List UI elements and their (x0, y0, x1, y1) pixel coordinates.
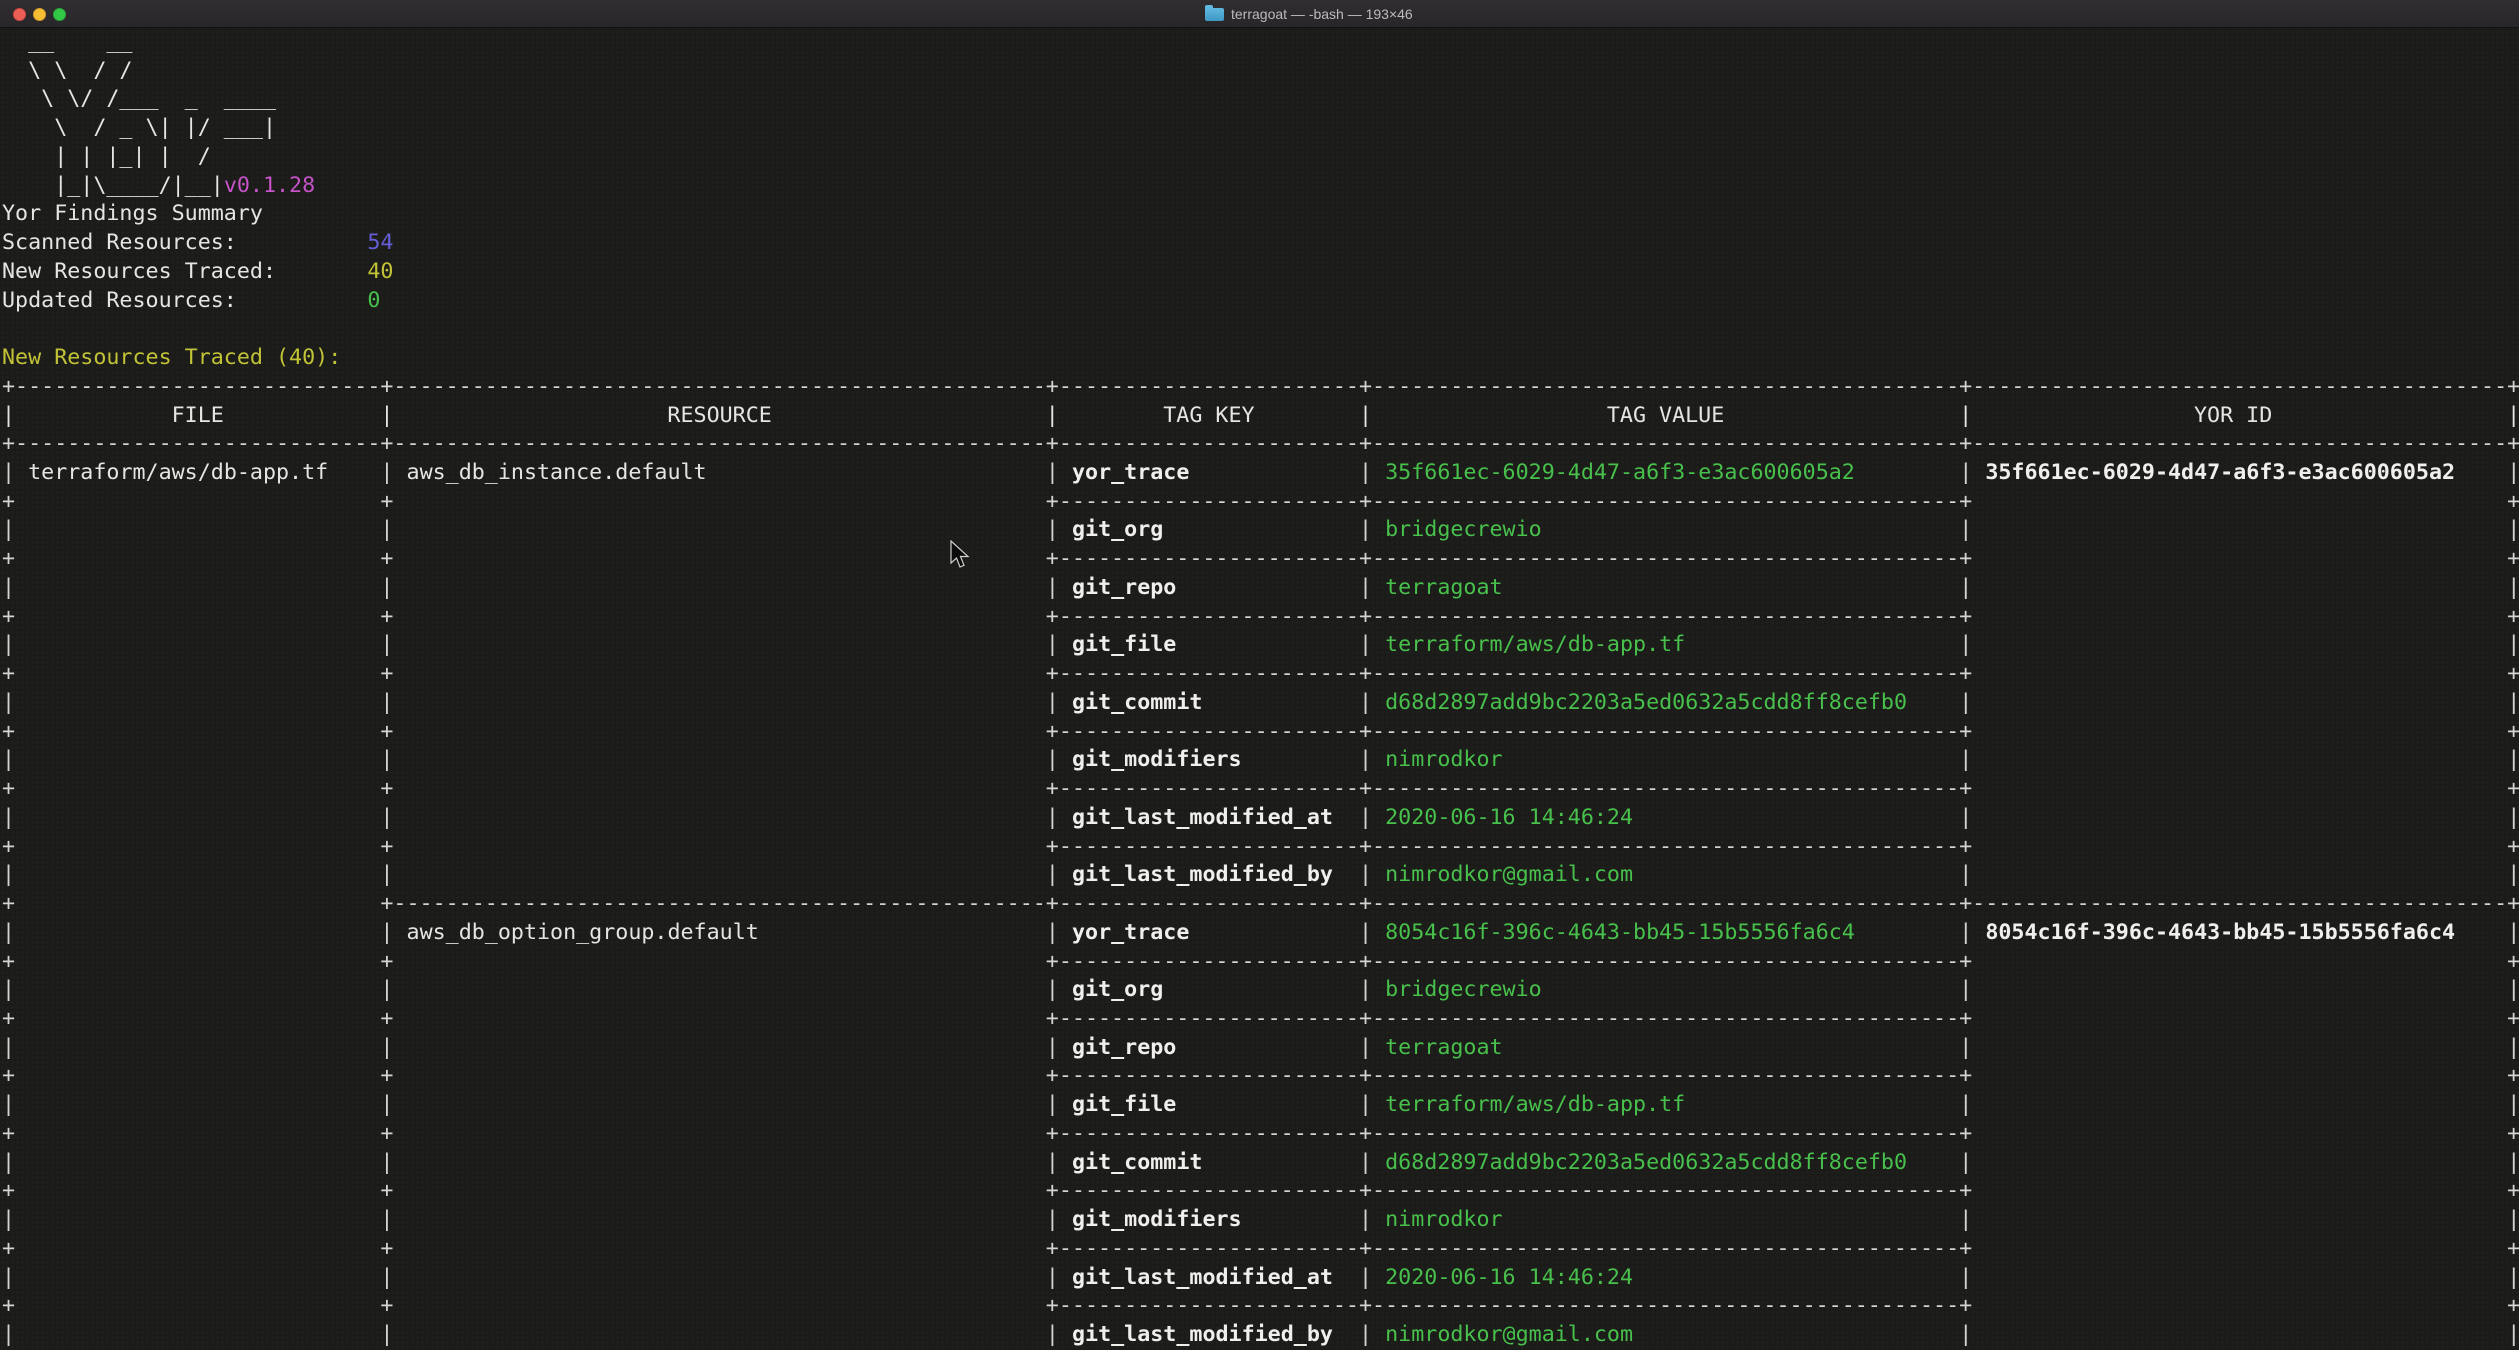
terminal-line: \ / _ \| |/ ___| (2, 114, 2519, 143)
terminal-line: | | | git_modifiers | nimrodkor | | (2, 746, 2519, 775)
terminal-line: | | | git_file | terraform/aws/db-app.tf… (2, 631, 2519, 660)
terminal-line: | | | git_org | bridgecrewio | | (2, 976, 2519, 1005)
terminal-line: \ \ / / (2, 57, 2519, 86)
terminal-output: __ __ \ \ / / \ \/ /___ _ ____ \ / _ \| … (0, 28, 2519, 1350)
terminal-line: + + +-----------------------+-----------… (2, 545, 2519, 574)
terminal-line: New Resources Traced: 40 (2, 258, 2519, 287)
terminal-line: \ \/ /___ _ ____ (2, 85, 2519, 114)
terminal-line: Updated Resources: 0 (2, 287, 2519, 316)
terminal-line: + + +-----------------------+-----------… (2, 1177, 2519, 1206)
close-button[interactable] (13, 8, 26, 21)
mouse-cursor (948, 540, 970, 570)
terminal-line: + + +-----------------------+-----------… (2, 718, 2519, 747)
terminal-line: + + +-----------------------+-----------… (2, 948, 2519, 977)
terminal-line (2, 315, 2519, 344)
traffic-lights (13, 0, 66, 28)
terminal-screen[interactable]: __ __ \ \ / / \ \/ /___ _ ____ \ / _ \| … (0, 28, 2519, 1350)
terminal-line: | | | git_last_modified_at | 2020-06-16 … (2, 804, 2519, 833)
terminal-line: + + +-----------------------+-----------… (2, 603, 2519, 632)
zoom-button[interactable] (53, 8, 66, 21)
terminal-line: | | | git_repo | terragoat | | (2, 1034, 2519, 1063)
terminal-line: + + +-----------------------+-----------… (2, 488, 2519, 517)
terminal-line: |_|\____/|__|v0.1.28 (2, 172, 2519, 201)
terminal-line: | | | git_last_modified_at | 2020-06-16 … (2, 1264, 2519, 1293)
terminal-line: | | aws_db_option_group.default | yor_tr… (2, 919, 2519, 948)
window-title: terragoat — -bash — 193×46 (1231, 6, 1413, 22)
terminal-line: | | | git_modifiers | nimrodkor | | (2, 1206, 2519, 1235)
terminal-line: + + +-----------------------+-----------… (2, 1235, 2519, 1264)
terminal-line: | terraform/aws/db-app.tf | aws_db_insta… (2, 459, 2519, 488)
terminal-line: + + +-----------------------+-----------… (2, 775, 2519, 804)
terminal-line: New Resources Traced (40): (2, 344, 2519, 373)
terminal-line: __ __ (2, 28, 2519, 57)
terminal-line: | | | git_file | terraform/aws/db-app.tf… (2, 1091, 2519, 1120)
terminal-line: + + +-----------------------+-----------… (2, 833, 2519, 862)
terminal-line: | | | git_repo | terragoat | | (2, 574, 2519, 603)
terminal-line: | | | git_last_modified_by | nimrodkor@g… (2, 861, 2519, 890)
window-title-group: terragoat — -bash — 193×46 (1205, 0, 1413, 28)
terminal-line: + + +-----------------------+-----------… (2, 1120, 2519, 1149)
folder-icon (1205, 8, 1224, 21)
terminal-line: Scanned Resources: 54 (2, 229, 2519, 258)
terminal-line: + + +-----------------------+-----------… (2, 1292, 2519, 1321)
terminal-line: | | | git_commit | d68d2897add9bc2203a5e… (2, 689, 2519, 718)
terminal-line: + + +-----------------------+-----------… (2, 660, 2519, 689)
terminal-window: terragoat — -bash — 193×46 __ __ \ \ / /… (0, 0, 2519, 1350)
minimize-button[interactable] (33, 8, 46, 21)
terminal-line: | | | git_last_modified_by | nimrodkor@g… (2, 1321, 2519, 1350)
terminal-line: + +-------------------------------------… (2, 890, 2519, 919)
terminal-line: | FILE | RESOURCE | TAG KEY | TAG VALUE … (2, 402, 2519, 431)
terminal-line: +----------------------------+----------… (2, 430, 2519, 459)
terminal-line: +----------------------------+----------… (2, 373, 2519, 402)
terminal-line: | | | git_commit | d68d2897add9bc2203a5e… (2, 1149, 2519, 1178)
terminal-line: | | | git_org | bridgecrewio | | (2, 516, 2519, 545)
terminal-line: Yor Findings Summary (2, 200, 2519, 229)
terminal-line: + + +-----------------------+-----------… (2, 1005, 2519, 1034)
terminal-line: | | |_| | / (2, 143, 2519, 172)
titlebar: terragoat — -bash — 193×46 (0, 0, 2519, 28)
terminal-line: + + +-----------------------+-----------… (2, 1062, 2519, 1091)
